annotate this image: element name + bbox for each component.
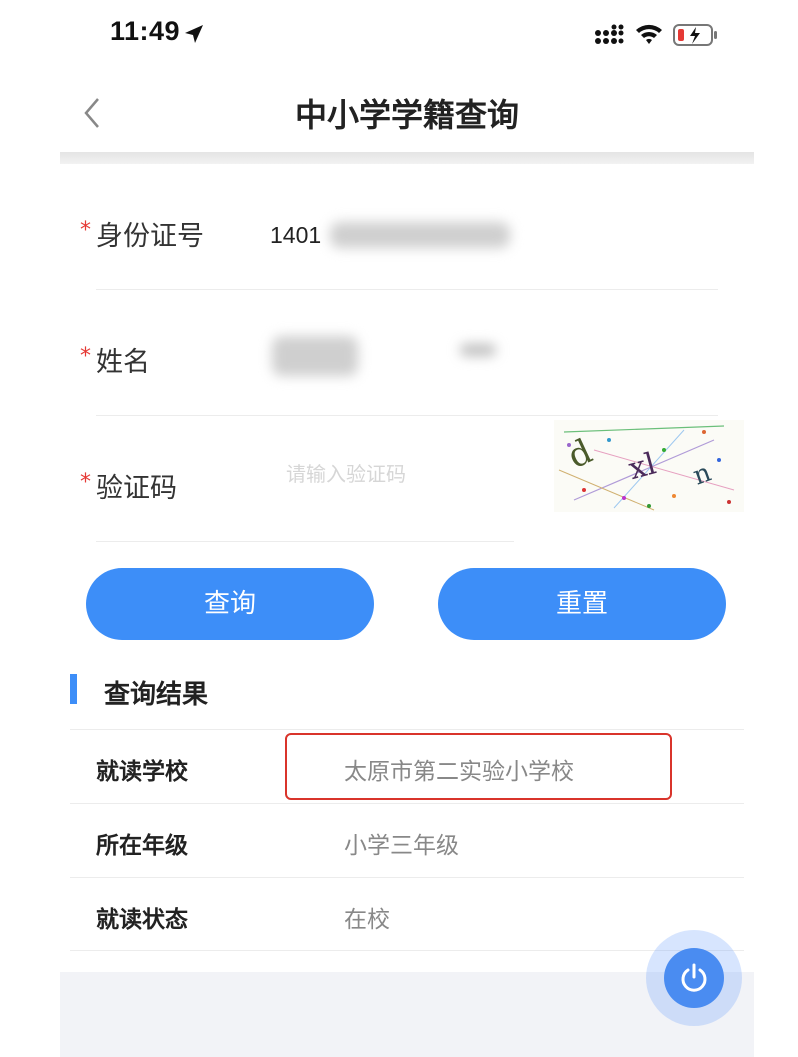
name-row: * 姓名 (60, 290, 754, 416)
row-divider (96, 541, 514, 542)
location-arrow-icon (185, 25, 203, 43)
result-row-grade: 所在年级 小学三年级 (70, 803, 744, 877)
svg-text:d: d (562, 431, 599, 476)
redacted-name-blur (460, 344, 496, 356)
svg-text:xl: xl (625, 446, 660, 487)
nav-divider (60, 152, 754, 164)
floating-power-button[interactable] (664, 948, 724, 1008)
id-number-row: * 身份证号 1401 (60, 164, 754, 290)
id-number-label: 身份证号 (96, 221, 204, 252)
section-accent-bar (70, 674, 77, 704)
status-time: 11:49 (110, 16, 181, 46)
results-section-title: 查询结果 (104, 680, 209, 710)
page-title: 中小学学籍查询 (294, 96, 519, 134)
grade-label: 所在年级 (96, 833, 188, 859)
cellular-signal-icon (595, 24, 624, 44)
school-highlight-box (285, 733, 672, 800)
redacted-id-blur (330, 222, 510, 248)
wifi-icon (636, 24, 662, 44)
status-label: 就读状态 (96, 907, 188, 933)
captcha-image[interactable]: d xl n (554, 420, 744, 512)
status-bar: 11:49 (0, 0, 798, 70)
redacted-name-blur[interactable] (272, 336, 358, 376)
required-mark: * (80, 344, 91, 369)
power-icon (681, 963, 707, 992)
nav-bar: 中小学学籍查询 (60, 72, 754, 162)
required-mark: * (80, 218, 91, 243)
id-number-value[interactable]: 1401 (270, 222, 321, 249)
name-label: 姓名 (96, 347, 150, 378)
captcha-input[interactable] (286, 462, 486, 486)
result-row-status: 就读状态 在校 (70, 877, 744, 951)
battery-charging-icon (673, 24, 717, 46)
required-mark: * (80, 470, 91, 495)
query-button[interactable]: 查询 (86, 568, 374, 640)
svg-text:n: n (689, 458, 715, 492)
captcha-label: 验证码 (96, 473, 177, 504)
status-value: 在校 (344, 907, 390, 933)
school-label: 就读学校 (96, 759, 188, 785)
grade-value: 小学三年级 (344, 833, 459, 859)
reset-button[interactable]: 重置 (438, 568, 726, 640)
